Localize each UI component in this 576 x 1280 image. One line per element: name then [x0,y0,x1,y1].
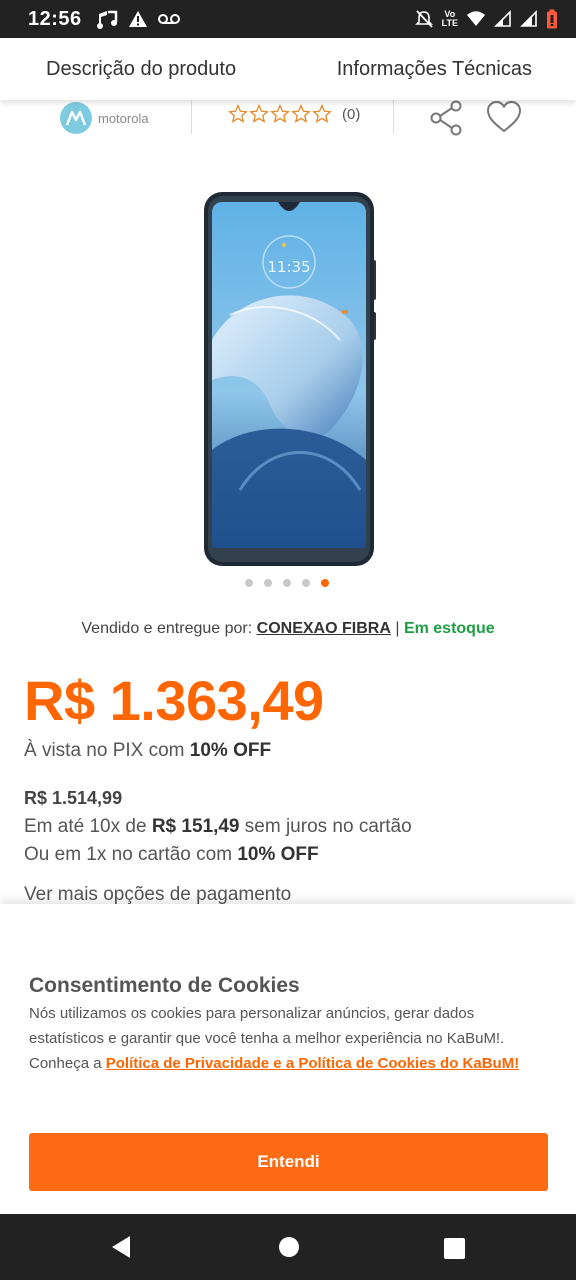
privacy-policy-link[interactable]: Política de Privacidade e a Política de … [106,1055,519,1072]
card-price: R$ 1.514,99 [24,788,123,808]
tab-description[interactable]: Descrição do produto [46,58,236,81]
cookie-title: Consentimento de Cookies [29,974,300,997]
product-tabs: Descrição do produto Informações Técnica… [0,38,576,100]
alert-triangle-icon [128,10,148,28]
star-empty-icon [249,104,269,123]
installments-line: Em até 10x de R$ 151,49 sem juros no car… [24,816,412,838]
voicemail-icon [157,13,180,25]
carousel-dot[interactable] [302,579,310,587]
status-right-icons: Vo LTE [414,9,558,29]
share-icon[interactable] [428,100,466,141]
one-x-prefix: Ou em 1x no cartão com [24,844,233,865]
star-empty-icon [291,104,311,123]
image-carousel-dots [245,579,329,587]
status-time: 12:56 [28,7,82,30]
status-bar: 12:56 Vo LTE [0,0,576,38]
product-image[interactable]: 11:35 [200,190,378,568]
one-x-line: Ou em 1x no cartão com 10% OFF [24,844,319,866]
svg-text:11:35: 11:35 [267,258,310,276]
system-nav-bar [0,1214,576,1280]
recents-icon[interactable] [444,1238,465,1259]
product-meta-row: motorola (0) [0,100,576,136]
heart-icon[interactable] [485,100,523,139]
seller-prefix: Vendido e entregue por: [81,620,253,637]
installments-suffix: sem juros no cartão [244,816,412,837]
home-icon[interactable] [279,1237,299,1257]
volte-label-bottom: LTE [441,18,458,28]
rating-count: (0) [342,105,361,123]
music-note-icon [96,9,118,29]
brand-name: motorola [98,110,149,126]
carousel-dot-active[interactable] [321,579,329,587]
brand-link[interactable]: motorola [60,100,149,136]
one-x-discount: 10% OFF [237,844,319,865]
seller-separator: | [395,620,400,637]
notifications-off-icon [414,9,434,29]
seller-name-link[interactable]: CONEXAO FIBRA [257,620,391,637]
signal-icon [494,10,512,28]
divider [393,100,394,134]
star-empty-icon [228,104,248,123]
pix-prefix: À vista no PIX com [24,740,185,761]
accept-cookies-button[interactable]: Entendi [29,1133,548,1191]
carousel-dot[interactable] [264,579,272,587]
motorola-logo-icon [60,102,92,134]
pix-price: R$ 1.363,49 [24,669,324,732]
seller-info: Vendido e entregue por: CONEXAO FIBRA | … [0,620,576,638]
wifi-icon [466,11,486,27]
status-left-icons [96,9,180,29]
battery-icon [546,9,558,29]
volte-icon: Vo LTE [442,10,458,28]
installments-prefix: Em até 10x de [24,816,147,837]
pix-discount-line: À vista no PIX com 10% OFF [24,740,271,762]
signal-icon [520,10,538,28]
product-rating[interactable]: (0) [228,104,360,124]
carousel-dot[interactable] [283,579,291,587]
tab-technical-info[interactable]: Informações Técnicas [337,58,532,81]
cookie-consent-panel: Consentimento de Cookies Nós utilizamos … [0,904,576,1214]
star-empty-icon [312,104,332,123]
pix-discount: 10% OFF [189,740,272,761]
divider [191,100,192,134]
cookie-text: Nós utilizamos os cookies para personali… [29,1001,549,1076]
installment-value: R$ 151,49 [151,816,240,837]
carousel-dot[interactable] [245,579,253,587]
more-payment-options-link[interactable]: Ver mais opções de pagamento [24,884,291,906]
rating-stars [228,104,332,124]
back-icon[interactable] [110,1234,132,1265]
stock-status: Em estoque [403,620,495,637]
star-empty-icon [270,104,290,123]
